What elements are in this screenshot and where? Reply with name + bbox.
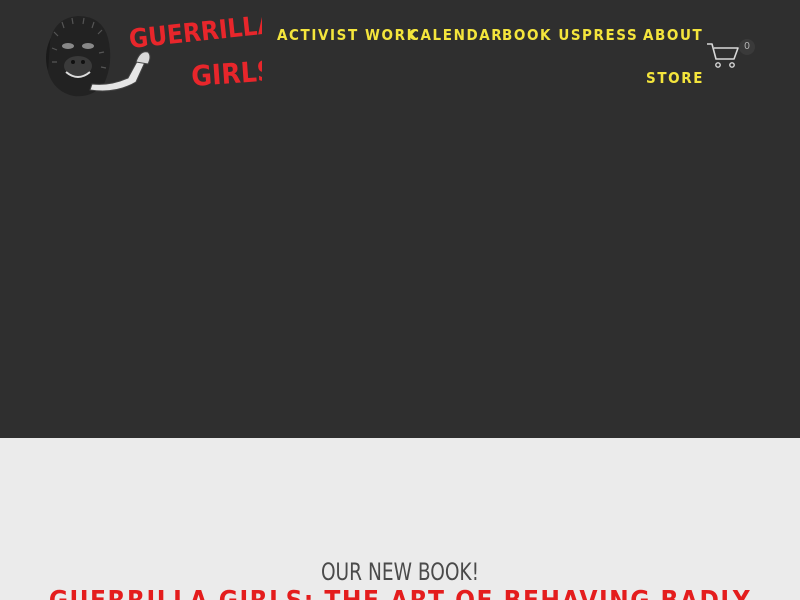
nav-item-about[interactable]: ABOUT <box>643 26 703 44</box>
nav-item-calendar[interactable]: CALENDAR <box>409 26 503 44</box>
nav-item-store[interactable]: STORE <box>646 69 704 87</box>
nav-item-press[interactable]: PRESS <box>582 26 638 44</box>
nav-item-activist-work[interactable]: ACTIVIST WORK <box>277 26 419 44</box>
cart-button[interactable]: 0 <box>706 36 756 70</box>
promo-kicker: OUR NEW BOOK! <box>320 558 480 586</box>
promo-book-title[interactable]: GUERRILLA GIRLS: THE ART OF BEHAVING BAD… <box>0 586 800 600</box>
book-promo-section: OUR NEW BOOK! GUERRILLA GIRLS: THE ART O… <box>0 438 800 600</box>
main-navigation: ACTIVIST WORK CALENDAR BOOK US PRESS ABO… <box>0 0 800 110</box>
shopping-cart-icon <box>707 43 739 68</box>
cart-count-badge: 0 <box>739 39 755 55</box>
nav-item-book-us[interactable]: BOOK US <box>502 26 582 44</box>
